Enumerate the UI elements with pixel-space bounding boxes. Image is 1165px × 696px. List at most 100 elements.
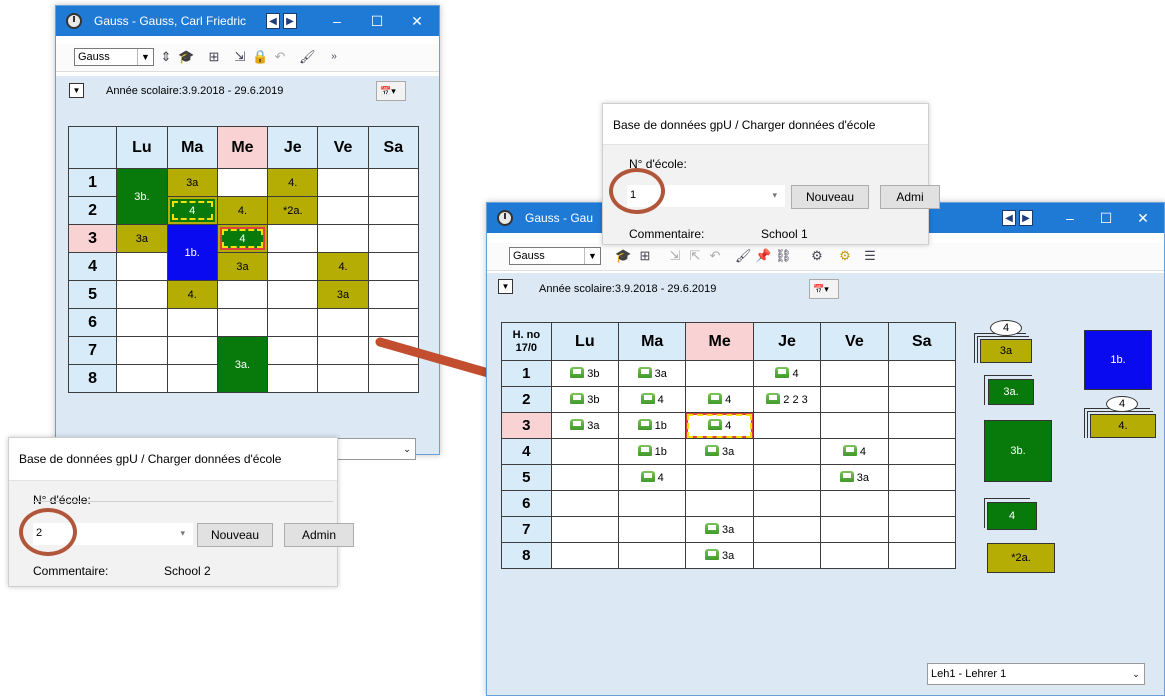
empty-cell[interactable] [116, 308, 168, 337]
spin-icon[interactable]: ⇕ [158, 49, 174, 65]
graduate-hat-icon[interactable]: 🎓 [178, 49, 194, 65]
teacher-select[interactable]: Leh1 - Lehrer 1 ⌄ [927, 663, 1145, 685]
panel-menu-icon[interactable]: ▼ [498, 279, 513, 294]
empty-cell[interactable] [216, 308, 269, 337]
empty-cell[interactable] [887, 464, 957, 491]
lesson-cell[interactable]: 3a [216, 252, 269, 281]
selected-lesson[interactable]: 4 [219, 227, 266, 250]
next-arrow-icon[interactable]: ▶ [283, 13, 297, 29]
empty-cell[interactable] [887, 490, 957, 517]
empty-cell[interactable] [752, 490, 822, 517]
undo-icon[interactable]: ↶ [707, 248, 723, 264]
lesson-cell[interactable]: 1b. [166, 224, 218, 281]
lesson-cell[interactable]: 3b [550, 386, 620, 413]
empty-cell[interactable] [367, 168, 420, 197]
lesson-cell[interactable]: 4 [752, 360, 822, 387]
empty-cell[interactable] [267, 280, 319, 309]
empty-cell[interactable] [550, 516, 620, 543]
empty-cell[interactable] [116, 252, 168, 281]
empty-cell[interactable] [166, 336, 218, 365]
empty-cell[interactable] [685, 360, 754, 387]
element-combo[interactable]: Gauss ▼ [74, 48, 154, 66]
empty-cell[interactable] [887, 412, 957, 439]
lesson-cell[interactable]: 4 [685, 412, 754, 439]
empty-cell[interactable] [166, 308, 218, 337]
new-button[interactable]: Nouveau [791, 185, 869, 209]
lesson-cell[interactable]: 4 [685, 386, 754, 413]
empty-cell[interactable] [166, 364, 218, 393]
empty-cell[interactable] [618, 490, 687, 517]
lesson-chip[interactable]: 3a. [988, 379, 1034, 405]
empty-cell[interactable] [820, 386, 889, 413]
empty-cell[interactable] [317, 308, 369, 337]
gear-icon[interactable]: ⚙ [837, 248, 853, 264]
empty-cell[interactable] [887, 386, 957, 413]
graduate-hat-icon[interactable]: 🎓 [615, 248, 631, 264]
chevron-down-icon[interactable]: ▼ [584, 248, 600, 264]
empty-cell[interactable] [820, 542, 889, 569]
lesson-cell[interactable]: 4. [317, 252, 369, 281]
panel-menu-icon[interactable]: ▼ [69, 83, 84, 98]
empty-cell[interactable] [367, 196, 420, 225]
settings-icon[interactable]: ⚙ [809, 248, 825, 264]
lesson-cell[interactable]: 3a [685, 438, 754, 465]
empty-cell[interactable] [820, 490, 889, 517]
lesson-cell[interactable]: 3a [820, 464, 889, 491]
calendar-icon[interactable]: 📅▾ [809, 279, 839, 299]
lesson-chip[interactable]: *2a. [987, 543, 1055, 573]
lesson-cell-selected[interactable]: 4 [216, 224, 269, 253]
lock-icon[interactable]: 🔒 [252, 49, 268, 65]
lesson-cell[interactable]: 4 [618, 386, 687, 413]
empty-cell[interactable] [216, 168, 269, 197]
empty-cell[interactable] [116, 364, 168, 393]
prev-arrow-icon[interactable]: ◀ [1002, 210, 1016, 226]
palette-icon[interactable]: 🖌 [735, 248, 752, 264]
pin-icon[interactable]: 📌 [755, 248, 771, 264]
lesson-cell[interactable]: 4. [166, 280, 218, 309]
next-arrow-icon[interactable]: ▶ [1019, 210, 1033, 226]
empty-cell[interactable] [887, 360, 957, 387]
lesson-cell[interactable]: *2a. [267, 196, 319, 225]
empty-cell[interactable] [752, 464, 822, 491]
lesson-chip[interactable]: 3a [980, 339, 1032, 363]
lesson-cell[interactable]: 4. [267, 168, 319, 197]
export-icon[interactable]: ⇱ [687, 248, 703, 264]
empty-cell[interactable] [752, 412, 822, 439]
lesson-chip[interactable]: 4. [1090, 414, 1156, 438]
empty-cell[interactable] [367, 280, 420, 309]
selected-lesson[interactable]: 4 [169, 199, 215, 222]
empty-cell[interactable] [367, 252, 420, 281]
lesson-cell[interactable]: 3a [317, 280, 369, 309]
empty-cell[interactable] [267, 252, 319, 281]
new-button[interactable]: Nouveau [197, 523, 273, 547]
element-combo[interactable]: Gauss ▼ [509, 247, 601, 265]
undo-icon[interactable]: ↶ [272, 49, 288, 65]
lesson-cell[interactable]: 4. [216, 196, 269, 225]
import-icon[interactable]: ⇲ [232, 49, 248, 65]
grid-icon[interactable]: ⊞ [206, 49, 222, 65]
empty-cell[interactable] [216, 280, 269, 309]
chevron-down-icon[interactable]: ⌄ [399, 439, 415, 459]
empty-cell[interactable] [820, 516, 889, 543]
empty-cell[interactable] [317, 168, 369, 197]
lesson-cell[interactable]: 4 [618, 464, 687, 491]
empty-cell[interactable] [550, 542, 620, 569]
empty-cell[interactable] [267, 364, 319, 393]
list-menu-icon[interactable]: ☰ [862, 248, 878, 264]
lesson-cell[interactable]: 3b [550, 360, 620, 387]
empty-cell[interactable] [820, 360, 889, 387]
empty-cell[interactable] [317, 196, 369, 225]
empty-cell[interactable] [317, 364, 369, 393]
empty-cell[interactable] [685, 464, 754, 491]
empty-cell[interactable] [267, 336, 319, 365]
lesson-cell[interactable]: 3a [550, 412, 620, 439]
admin-button[interactable]: Admin [284, 523, 354, 547]
empty-cell[interactable] [550, 438, 620, 465]
lesson-cell[interactable]: 1b [618, 438, 687, 465]
close-button[interactable]: ✕ [394, 6, 440, 36]
close-button[interactable]: ✕ [1120, 203, 1165, 233]
import-icon[interactable]: ⇲ [667, 248, 683, 264]
chevron-down-icon[interactable]: ▾ [772, 185, 777, 205]
empty-cell[interactable] [752, 542, 822, 569]
palette-icon[interactable]: 🖌 [299, 49, 316, 65]
